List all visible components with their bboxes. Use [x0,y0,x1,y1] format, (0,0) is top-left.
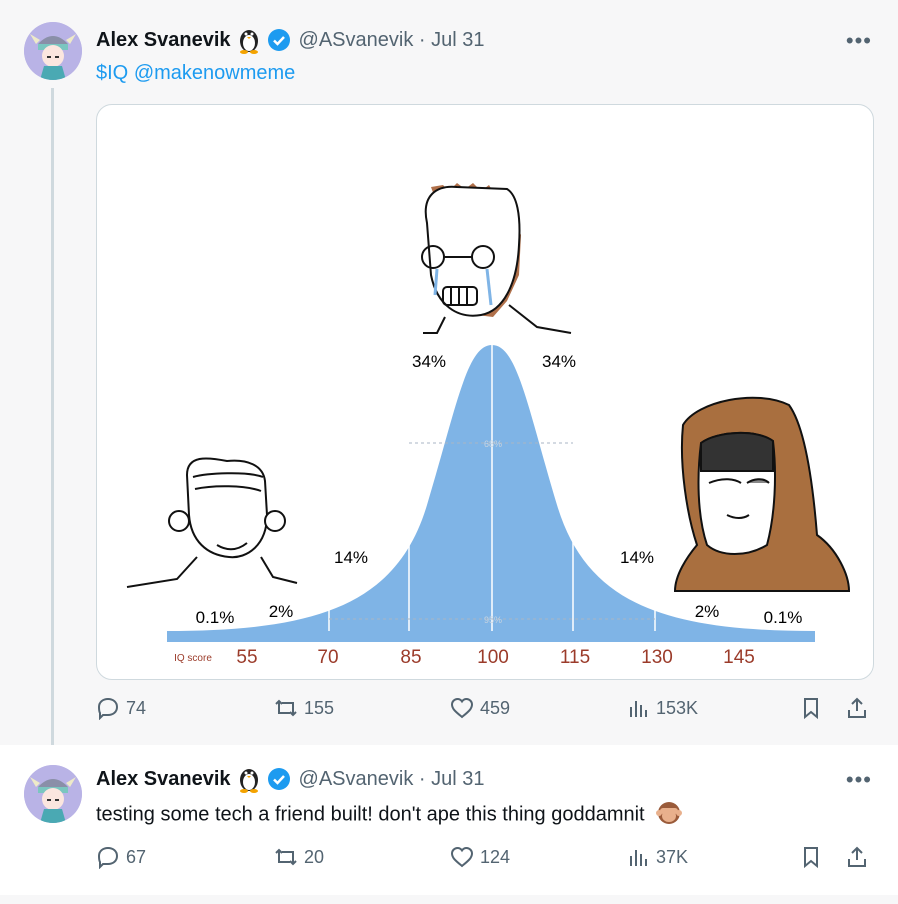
more-icon[interactable]: ••• [846,767,872,793]
share-icon [848,697,866,718]
bookmark-button[interactable] [799,845,829,869]
repost-button[interactable]: 20 [274,845,324,869]
author-handle-date[interactable]: @ASvanevik · Jul 31 [299,29,485,52]
author-name[interactable]: Alex Svanevik [96,768,231,791]
iq-tick: 55 [236,647,257,668]
iq-tick: 100 [477,647,509,668]
tweet[interactable]: Alex Svanevik @ASvanevik · Jul 31 ••• te… [0,745,898,895]
reply-count: 67 [126,846,147,867]
crying-wojak-drawing [421,183,572,334]
hooded-wojak-drawing [673,396,851,592]
like-count: 459 [480,697,511,718]
avatar[interactable] [24,765,82,823]
tweet-header: Alex Svanevik @ASvanevik · Jul 31 [96,26,484,54]
share-button[interactable] [845,696,875,720]
pct-label: 0.1% [196,608,235,627]
cashtag-link[interactable]: $IQ [96,62,128,84]
penguin-icon [237,765,261,793]
mention-link[interactable]: @makenowmeme [134,62,295,84]
reply-button[interactable]: 67 [96,845,146,869]
penguin-icon [237,26,261,54]
bookmark-button[interactable] [799,696,829,720]
thread-connector-line [51,88,54,758]
pct-label: 14% [334,548,368,567]
repost-count: 155 [304,697,335,718]
like-button[interactable]: 459 [450,696,510,720]
simple-wojak-drawing [126,457,298,588]
verified-icon[interactable] [267,767,291,791]
like-button[interactable]: 124 [450,845,510,869]
like-icon [450,697,474,719]
bookmark-icon [804,847,818,869]
divider [0,895,898,904]
iq-tick: 70 [317,647,338,668]
like-icon [450,846,474,868]
tweet-header: Alex Svanevik @ASvanevik · Jul 31 [96,765,484,793]
more-icon[interactable]: ••• [846,28,872,54]
author-handle-date[interactable]: @ASvanevik · Jul 31 [299,768,485,791]
tweet[interactable]: Alex Svanevik @ASvanevik · Jul 31 ••• $I… [0,0,898,758]
inner-label: 95% [484,615,502,625]
inner-label: 68% [484,439,502,449]
pct-label: 34% [412,352,446,371]
tweet-text: testing some tech a friend built! don't … [96,799,683,831]
views-icon [630,850,647,866]
tweet-image[interactable]: 34% 34% 14% 14% 2% 2% 0.1% 0.1% 68% 95% … [96,104,874,680]
repost-icon [275,699,297,717]
views-count: 37K [656,846,689,867]
action-bar: 74 155 459 153K [96,696,881,726]
views-icon [630,701,647,717]
iq-tick: 85 [400,647,421,668]
views-count: 153K [656,697,699,718]
pct-label: 2% [695,602,720,621]
verified-icon[interactable] [267,28,291,52]
tweet-text: $IQ @makenowmeme [96,62,295,85]
tweet-body: testing some tech a friend built! don't … [96,803,645,826]
axis-caption: IQ score [174,653,212,664]
author-name[interactable]: Alex Svanevik [96,29,231,52]
reply-button[interactable]: 74 [96,696,146,720]
reply-icon [97,846,119,869]
avatar[interactable] [24,22,82,80]
reply-count: 74 [126,697,147,718]
reply-icon [97,697,119,720]
see-no-evil-monkey-icon [656,799,683,831]
views-button[interactable]: 153K [626,696,698,720]
iq-bell-curve-meme: 34% 34% 14% 14% 2% 2% 0.1% 0.1% 68% 95% … [126,183,851,668]
pct-label: 34% [542,352,576,371]
pct-label: 2% [269,602,294,621]
bookmark-icon [804,698,818,720]
views-button[interactable]: 37K [626,845,688,869]
pct-label: 14% [620,548,654,567]
repost-icon [275,848,297,866]
repost-button[interactable]: 155 [274,696,334,720]
repost-count: 20 [304,846,325,867]
share-icon [848,846,866,867]
iq-tick: 130 [641,647,673,668]
share-button[interactable] [845,845,875,869]
iq-tick: 145 [723,647,755,668]
like-count: 124 [480,846,511,867]
iq-tick: 115 [560,647,590,668]
action-bar: 67 20 124 37K [96,845,881,875]
pct-label: 0.1% [764,608,803,627]
